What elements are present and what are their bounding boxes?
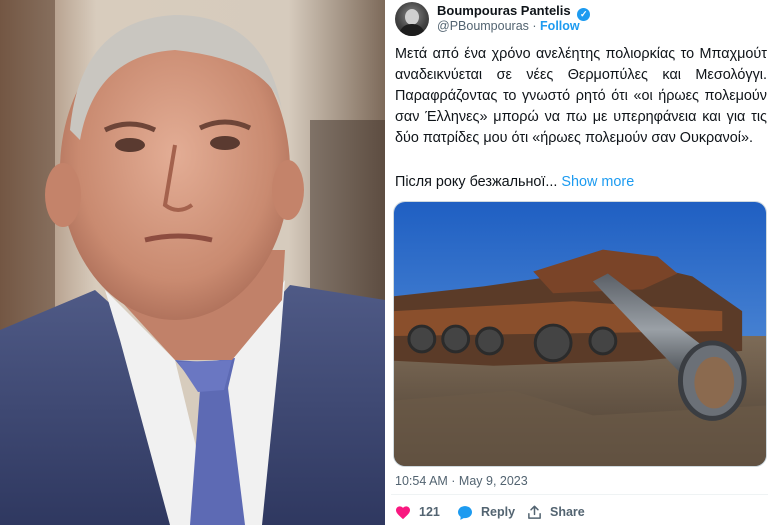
- author-name[interactable]: Boumpouras Pantelis: [437, 3, 571, 18]
- destroyed-tank-image: [394, 202, 766, 466]
- show-more-link[interactable]: Show more: [561, 174, 634, 190]
- tweet-header: Boumpouras Pantelis ✓ @PBoumpouras · Fol…: [395, 2, 765, 36]
- like-button[interactable]: 121: [395, 503, 440, 521]
- like-count: 121: [419, 505, 440, 519]
- separator-dot: ·: [532, 19, 537, 33]
- handle-line: @PBoumpouras · Follow: [437, 19, 580, 33]
- share-button[interactable]: Share: [527, 503, 585, 521]
- portrait-image: [0, 0, 385, 525]
- avatar[interactable]: [395, 2, 429, 36]
- tweet-media-image[interactable]: [393, 201, 767, 467]
- tweet-card: Boumpouras Pantelis ✓ @PBoumpouras · Fol…: [391, 0, 768, 525]
- share-label: Share: [550, 505, 585, 519]
- tweet-timestamp[interactable]: 10:54 AM · May 9, 2023: [395, 474, 528, 488]
- tweet-actions: 121 Reply Share: [395, 503, 765, 521]
- reply-bubble-icon: [458, 505, 472, 520]
- reply-label: Reply: [481, 505, 516, 519]
- tweet-more-line: Після року безжальної... Show more: [395, 174, 634, 190]
- tweet-text: Μετά από ένα χρόνο ανελέητης πολιορκίας …: [395, 46, 767, 146]
- heart-icon: [396, 505, 410, 519]
- author-handle[interactable]: @PBoumpouras: [437, 19, 529, 33]
- divider-line: [391, 494, 768, 495]
- portrait-photo: [0, 0, 385, 525]
- share-icon: [528, 505, 541, 519]
- reply-button[interactable]: Reply: [457, 503, 515, 521]
- follow-button[interactable]: Follow: [540, 19, 580, 33]
- truncated-text: Після року безжальної...: [395, 174, 558, 190]
